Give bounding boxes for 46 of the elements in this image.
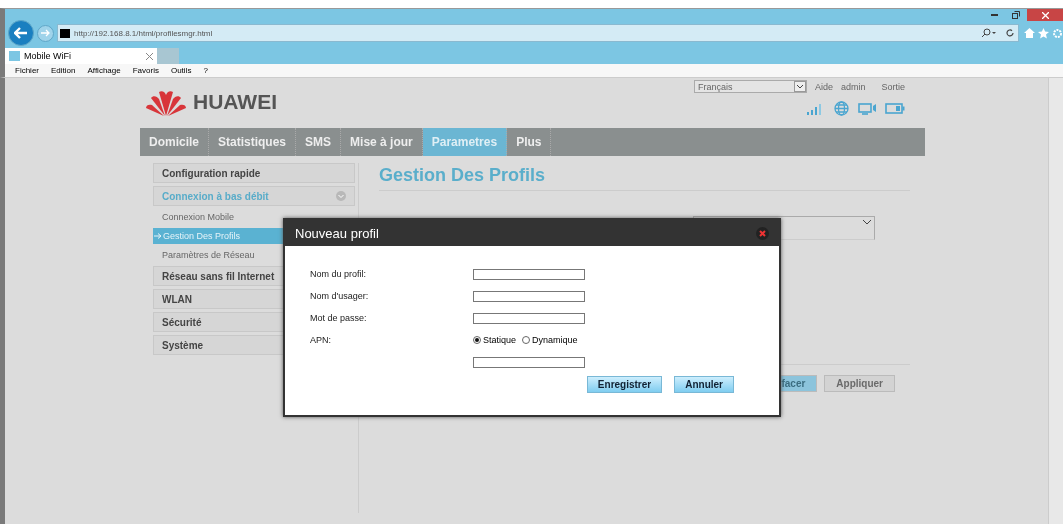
page-icon <box>9 51 20 61</box>
radio-option[interactable]: Statique <box>473 335 517 345</box>
input-field[interactable] <box>473 268 585 280</box>
star-icon[interactable] <box>1038 27 1049 39</box>
menu-item[interactable]: Affichage <box>87 66 121 75</box>
caret-icon <box>793 81 806 92</box>
refresh-icon[interactable] <box>1005 28 1015 38</box>
menu-item[interactable]: ? <box>203 66 208 75</box>
restore-icon <box>1012 11 1020 19</box>
menu-item[interactable]: Outils <box>170 66 192 75</box>
forward-arrow-icon <box>41 29 50 37</box>
input-field[interactable] <box>473 290 585 302</box>
collapse-icon <box>336 191 346 201</box>
arrow-icon <box>154 233 162 239</box>
language-select[interactable]: Français <box>693 80 807 93</box>
menu-item[interactable]: Fichier <box>15 66 39 75</box>
sidebar-group[interactable]: Configuration rapide <box>153 163 355 183</box>
globe-icon <box>834 101 849 116</box>
brand-name: HUAWEI <box>193 89 277 114</box>
battery-icon <box>885 103 905 114</box>
header-link[interactable]: admin <box>840 81 866 92</box>
forward-button[interactable] <box>37 24 54 42</box>
header-link[interactable]: Sortie <box>881 81 905 92</box>
address-field[interactable]: http://192.168.8.1/html/profilesmgr.html <box>57 24 1019 42</box>
back-arrow-icon <box>14 27 28 39</box>
page-title: Gestion Des Profils <box>379 163 910 191</box>
close-icon[interactable] <box>756 226 769 240</box>
header-link[interactable]: Aide <box>814 81 833 92</box>
close-icon <box>1041 11 1049 19</box>
close-button[interactable] <box>1027 9 1063 21</box>
browser-tab[interactable]: Mobile WiFi <box>5 48 157 64</box>
save-button[interactable]: Enregistrer <box>586 376 663 393</box>
minimize-icon <box>990 14 998 16</box>
cancel-button[interactable]: Annuler <box>674 376 734 393</box>
close-icon[interactable] <box>146 52 153 60</box>
scrollbar[interactable] <box>1048 78 1063 524</box>
menu-item[interactable]: Favoris <box>132 66 159 75</box>
input-field[interactable] <box>473 312 585 324</box>
monitor-icon <box>858 102 876 115</box>
back-button[interactable] <box>8 20 34 46</box>
sidebar-item[interactable]: Connexion Mobile <box>153 209 355 225</box>
field-label: APN: <box>310 335 332 345</box>
menu-item[interactable]: Edition <box>51 66 76 75</box>
input-field[interactable] <box>473 356 585 368</box>
site-icon <box>60 28 70 38</box>
radio-option[interactable]: Dynamique <box>522 335 578 345</box>
